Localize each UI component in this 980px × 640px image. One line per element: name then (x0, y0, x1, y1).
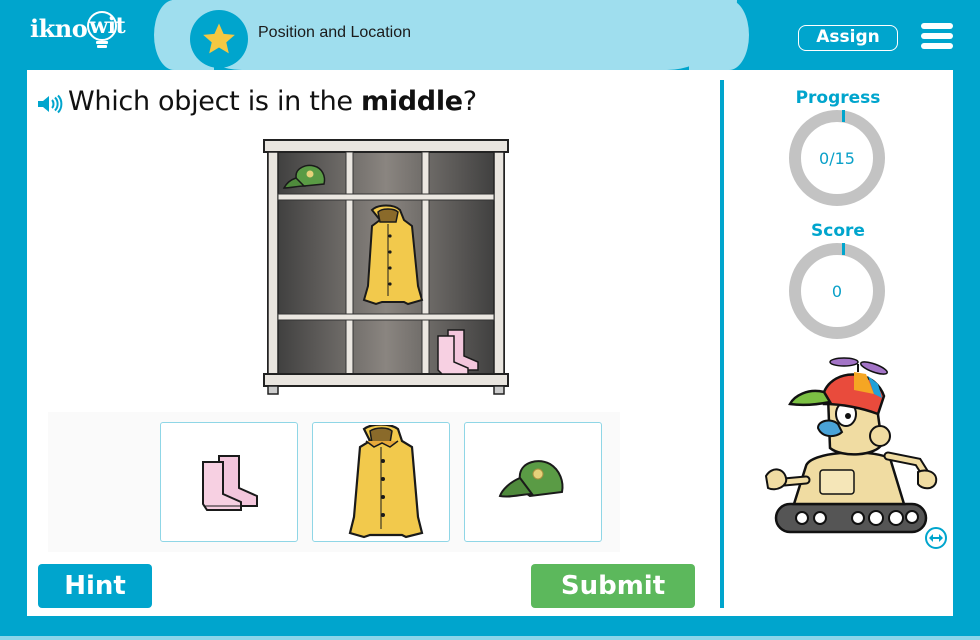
robot-mascot (758, 356, 942, 536)
star-icon (190, 10, 248, 68)
question-prefix: Which object is in the (68, 86, 361, 117)
question-emphasis: middle (360, 86, 463, 117)
score-ring-tick (842, 243, 845, 255)
pink-rain-boots-icon (202, 455, 258, 511)
logo[interactable]: ikno wit (30, 10, 126, 48)
hint-button[interactable]: Hint (38, 564, 152, 608)
hamburger-menu-icon[interactable] (921, 23, 953, 49)
answer-choices (48, 412, 620, 552)
logo-text: ikno (30, 14, 88, 43)
title-bar (154, 0, 749, 70)
expand-arrows-icon[interactable] (925, 527, 947, 549)
yellow-raincoat-icon (348, 425, 424, 539)
speaker-icon[interactable] (36, 90, 64, 113)
cubby-illustration (262, 138, 510, 396)
submit-button[interactable]: Submit (531, 564, 695, 608)
choice-raincoat[interactable] (312, 422, 450, 542)
score-label: Score (811, 221, 865, 241)
frame-bottom-line (0, 636, 980, 640)
assign-button[interactable]: Assign (798, 25, 898, 51)
lesson-title: Position and Location (258, 24, 411, 41)
progress-label: Progress (795, 88, 881, 108)
progress-ring-tick (842, 110, 845, 122)
score-value: 0 (831, 281, 843, 301)
question-suffix: ? (462, 86, 477, 117)
sidebar-divider (720, 80, 724, 608)
progress-value: 0/15 (819, 148, 855, 168)
question-text: Which object is in the middle? (36, 86, 477, 117)
lightbulb-icon: wit (87, 10, 126, 48)
header: ikno wit Position and Location Assign (0, 0, 980, 70)
green-cap-icon (498, 460, 564, 498)
choice-boots[interactable] (160, 422, 298, 542)
choice-cap[interactable] (464, 422, 602, 542)
progress-ring: 0/15 (789, 110, 885, 206)
score-ring: 0 (789, 243, 885, 339)
